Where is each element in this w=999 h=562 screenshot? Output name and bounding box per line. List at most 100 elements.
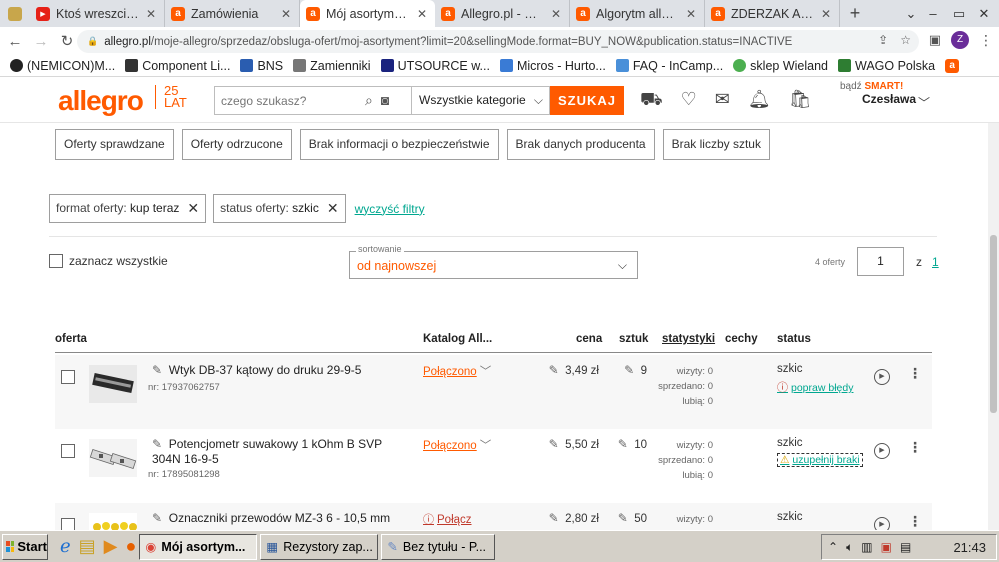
tab-5[interactable]: a Algorytm allegro ✕ bbox=[570, 0, 705, 27]
qty-field[interactable]: ✎ 50 bbox=[615, 511, 647, 525]
product-thumbnail[interactable] bbox=[89, 513, 137, 530]
price-field[interactable]: ✎ 3,49 zł bbox=[547, 363, 599, 377]
bookmark-item[interactable]: a bbox=[945, 58, 960, 73]
bookmark-item[interactable]: BNS bbox=[240, 59, 283, 73]
window-close-icon[interactable]: ✕ bbox=[970, 0, 998, 27]
edit-pencil-icon[interactable]: ✎ bbox=[152, 363, 162, 377]
more-options-icon[interactable]: ⋮ bbox=[908, 439, 922, 456]
bookmark-item[interactable]: FAQ - InCamp... bbox=[615, 59, 723, 73]
language-icon[interactable]: ▤ bbox=[900, 540, 911, 554]
filter-chip-rejected[interactable]: Oferty odrzucone bbox=[181, 129, 292, 160]
heart-icon[interactable]: ♡ bbox=[681, 89, 697, 113]
new-tab-button[interactable]: + bbox=[840, 0, 870, 27]
edit-pencil-icon[interactable]: ✎ bbox=[549, 511, 559, 525]
bookmark-item[interactable]: sklep Wieland bbox=[733, 59, 828, 73]
network-icon[interactable]: ▥ bbox=[861, 540, 872, 554]
price-field[interactable]: ✎ 5,50 zł bbox=[547, 437, 599, 451]
bookmark-item[interactable]: (NEMICON)M... bbox=[10, 59, 115, 73]
publish-play-icon[interactable]: ▶ bbox=[874, 369, 890, 385]
tab-2[interactable]: a Zamówienia ✕ bbox=[165, 0, 300, 27]
taskbar-item-document[interactable]: ▦ Rezystory zap... bbox=[260, 533, 379, 560]
price-field[interactable]: ✎ 2,80 zł bbox=[547, 511, 599, 525]
edit-pencil-icon[interactable]: ✎ bbox=[152, 511, 162, 525]
messages-icon[interactable]: ✉ bbox=[715, 89, 730, 113]
start-button[interactable]: Start bbox=[2, 533, 48, 560]
offer-title[interactable]: ✎ Wtyk DB-37 kątowy do druku 29-9-5 bbox=[152, 363, 404, 378]
qty-field[interactable]: ✎ 9 bbox=[615, 363, 647, 377]
offer-title[interactable]: ✎ Potencjometr suwakowy 1 kOhm B SVP 304… bbox=[152, 437, 404, 467]
close-icon[interactable]: ✕ bbox=[417, 7, 429, 21]
close-icon[interactable]: ✕ bbox=[821, 7, 833, 21]
column-price[interactable]: cena bbox=[576, 333, 602, 345]
bookmark-item[interactable]: WAGO Polska bbox=[838, 59, 935, 73]
close-icon[interactable]: ✕ bbox=[146, 7, 158, 21]
scan-icon[interactable]: ⌕ bbox=[365, 92, 373, 109]
search-button[interactable]: SZUKAJ bbox=[550, 86, 624, 115]
edit-pencil-icon[interactable]: ✎ bbox=[549, 437, 559, 451]
remove-filter-icon[interactable]: ✕ bbox=[327, 195, 339, 222]
share-icon[interactable]: ⇪ bbox=[878, 33, 888, 47]
camera-icon[interactable]: ◙ bbox=[381, 92, 389, 109]
close-icon[interactable]: ✕ bbox=[686, 7, 698, 21]
row-checkbox[interactable] bbox=[61, 370, 75, 384]
minimize-icon[interactable]: – bbox=[919, 0, 947, 27]
fix-errors-link[interactable]: ⓘ popraw błędy bbox=[777, 379, 853, 395]
filter-chip-no-safety-info[interactable]: Brak informacji o bezpieczeństwie bbox=[299, 129, 499, 160]
user-menu[interactable]: bądź SMART! Czesława ﹀ bbox=[840, 81, 930, 109]
truck-icon[interactable]: ⛟ bbox=[640, 89, 663, 113]
product-thumbnail[interactable] bbox=[89, 439, 137, 477]
catalog-link[interactable]: Połączono ﹀ bbox=[423, 437, 491, 453]
tab-pinned[interactable] bbox=[0, 0, 30, 27]
taskbar-item-chrome[interactable]: ◉ Mój asortym... bbox=[139, 533, 258, 560]
filter-chip-checked[interactable]: Oferty sprawdzane bbox=[55, 129, 174, 160]
column-catalog[interactable]: Katalog All... bbox=[423, 333, 492, 345]
volume-icon[interactable]: 🔈︎ bbox=[846, 540, 853, 555]
allegro-logo[interactable]: allegro bbox=[58, 85, 144, 117]
select-all[interactable]: zaznacz wszystkie bbox=[49, 254, 168, 268]
offer-title[interactable]: ✎ Oznaczniki przewodów MZ-3 6 - 10,5 mm … bbox=[152, 511, 404, 530]
column-stats[interactable]: statystyki bbox=[662, 333, 715, 345]
edit-pencil-icon[interactable]: ✎ bbox=[618, 511, 628, 525]
close-icon[interactable]: ✕ bbox=[551, 7, 563, 21]
qty-field[interactable]: ✎ 10 bbox=[615, 437, 647, 451]
bookmark-item[interactable]: Micros - Hurto... bbox=[499, 59, 606, 73]
reload-icon[interactable]: ↻ bbox=[56, 32, 78, 50]
catalog-link[interactable]: Połączono ﹀ bbox=[423, 363, 491, 379]
close-icon[interactable]: ✕ bbox=[281, 7, 293, 21]
folder-icon[interactable]: ▤ bbox=[79, 536, 96, 557]
catalog-connect-link[interactable]: ⓘ Połącz bbox=[423, 511, 472, 527]
taskbar-item-paint[interactable]: ✎ Bez tytułu - P... bbox=[381, 533, 496, 560]
publish-play-icon[interactable]: ▶ bbox=[874, 443, 890, 459]
publish-play-icon[interactable]: ▶ bbox=[874, 517, 890, 530]
search-input[interactable] bbox=[215, 93, 355, 108]
tab-3-active[interactable]: a Mój asortyment ✕ bbox=[300, 0, 435, 27]
bell-icon[interactable]: 🔔︎ bbox=[748, 89, 771, 113]
internet-explorer-icon[interactable]: ℯ bbox=[60, 536, 71, 557]
menu-kebab-icon[interactable]: ⋮ bbox=[979, 32, 993, 49]
media-player-icon[interactable]: ▶ bbox=[104, 536, 118, 557]
tab-6[interactable]: a ZDERZAK AUDI ✕ bbox=[705, 0, 840, 27]
bookmark-star-icon[interactable]: ☆ bbox=[900, 33, 911, 47]
filter-chip-no-quantity[interactable]: Brak liczby sztuk bbox=[662, 129, 770, 160]
side-panel-icon[interactable]: ▣ bbox=[929, 32, 941, 48]
firefox-icon[interactable]: ● bbox=[126, 536, 137, 557]
edit-pencil-icon[interactable]: ✎ bbox=[618, 437, 628, 451]
security-icon[interactable]: ▣ bbox=[881, 540, 892, 554]
edit-pencil-icon[interactable]: ✎ bbox=[152, 437, 162, 451]
tab-1[interactable]: ▶ Ktoś wreszcie m ✕ bbox=[30, 0, 165, 27]
sort-select[interactable]: sortowanie od najnowszej ⌵ bbox=[349, 244, 638, 279]
column-qty[interactable]: sztuk bbox=[619, 333, 648, 345]
page-input[interactable]: 1 bbox=[857, 247, 904, 276]
filter-chip-no-producer[interactable]: Brak danych producenta bbox=[506, 129, 655, 160]
row-checkbox[interactable] bbox=[61, 518, 75, 530]
edit-pencil-icon[interactable]: ✎ bbox=[549, 363, 559, 377]
product-thumbnail[interactable] bbox=[89, 365, 137, 403]
complete-missing-link[interactable]: ⚠ uzupełnij braki bbox=[777, 453, 863, 467]
more-options-icon[interactable]: ⋮ bbox=[908, 513, 922, 530]
category-select[interactable]: Wszystkie kategorie ⌵ bbox=[411, 87, 551, 114]
bookmark-item[interactable]: Component Li... bbox=[125, 59, 230, 73]
cart-icon[interactable]: 🛍︎ bbox=[789, 89, 812, 113]
bookmark-item[interactable]: Zamienniki bbox=[293, 59, 371, 73]
profile-avatar[interactable]: Z bbox=[951, 31, 969, 49]
page-scrollbar[interactable] bbox=[988, 123, 999, 530]
